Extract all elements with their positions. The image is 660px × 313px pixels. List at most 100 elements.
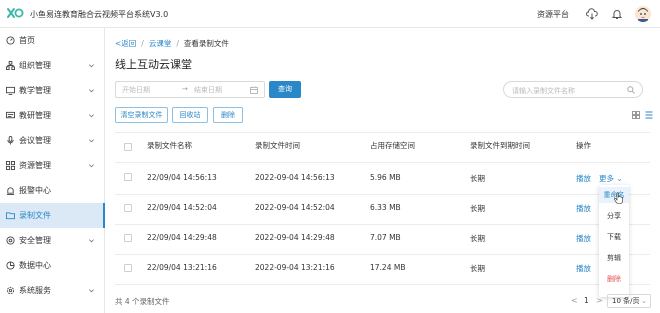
page-size-value: 10 条/页 [612,297,640,305]
column-header-size: 占用存储空间 [370,141,415,150]
recording-size: 6.33 MB [370,203,401,212]
avatar[interactable] [635,6,651,22]
delete-button[interactable]: 删除 [213,107,243,123]
sidebar-item-meeting[interactable]: 会议管理 [0,128,105,153]
prev-page-button[interactable]: < [571,296,578,305]
start-date-input[interactable]: 开始日期 [122,85,150,95]
menu-item-share[interactable]: 分享 [599,208,629,224]
search-placeholder: 请输入录制文件名称 [512,87,575,95]
recording-expiry: 长期 [470,234,485,243]
play-link[interactable]: 播放 [576,233,591,244]
sidebar-item-resources[interactable]: 资源管理 [0,153,105,178]
play-link[interactable]: 播放 [576,263,591,274]
recording-expiry: 长期 [470,174,485,183]
recording-size: 17.24 MB [370,263,406,272]
recording-size: 7.07 MB [370,233,401,242]
sidebar-item-research[interactable]: 教研管理 [0,103,105,128]
recording-name: 22/09/04 14:29:48 [147,233,217,242]
chevron-down-icon [89,289,94,293]
row-divider [115,194,650,195]
play-link[interactable]: 播放 [576,173,591,184]
app-title: 小鱼易连教育融合云视频平台系统V3.0 [30,10,169,19]
hand-cursor-icon [614,192,623,204]
gear-icon [6,286,15,295]
sidebar-item-label: 教研管理 [19,111,51,120]
recording-time: 2022-09-04 13:21:16 [255,263,335,272]
teaching-icon [6,86,15,95]
breadcrumb-cloud-class[interactable]: 云课堂 [149,38,172,49]
resource-platform-link[interactable]: 资源平台 [537,9,569,20]
clear-recordings-button[interactable]: 清空录制文件 [115,107,168,123]
research-icon [6,111,15,119]
chevron-down-icon [89,89,94,93]
recording-name: 22/09/04 14:52:04 [147,203,217,212]
list-view-icon[interactable] [645,111,653,119]
main-content: <返回 / 云课堂 / 查看录制文件 线上互动云课堂 开始日期 → 结束日期 查… [105,28,660,313]
recycle-bin-button[interactable]: 回收站 [172,107,208,123]
breadcrumb: <返回 / 云课堂 / 查看录制文件 [115,38,229,49]
more-dropdown[interactable]: 更多 ⌄ [599,173,623,184]
sidebar: 首页 组织管理 教学管理 教研管理 会议管理 资源管理 报警中心 录制文件 安全… [0,28,105,313]
date-range-picker[interactable]: 开始日期 → 结束日期 [115,81,265,98]
current-page[interactable]: 1 [584,296,589,305]
page-size-select[interactable]: 10 条/页 ⌄ [607,294,651,308]
shield-icon [6,236,15,245]
breadcrumb-current: 查看录制文件 [183,39,229,48]
row-divider [115,284,650,285]
row-checkbox[interactable] [124,234,132,242]
recording-name: 22/09/04 13:21:16 [147,263,217,272]
breadcrumb-separator: / [176,39,179,48]
sidebar-item-label: 组织管理 [19,61,51,70]
select-all-checkbox[interactable] [124,143,132,151]
sidebar-item-security[interactable]: 安全管理 [0,228,105,253]
sidebar-item-teaching[interactable]: 教学管理 [0,78,105,103]
sidebar-item-system[interactable]: 系统服务 [0,278,105,303]
grid-view-icon[interactable] [632,111,640,119]
alarm-icon [6,187,15,195]
play-link[interactable]: 播放 [576,203,591,214]
breadcrumb-separator: / [141,39,144,48]
sidebar-item-label: 系统服务 [19,286,51,295]
column-header-name: 录制文件名称 [147,141,192,150]
sidebar-item-recordings[interactable]: 录制文件 [0,203,105,228]
menu-item-download[interactable]: 下载 [599,229,629,245]
chevron-down-icon [89,164,94,168]
mic-icon [7,136,14,145]
recording-name: 22/09/04 14:56:13 [147,173,217,182]
recording-time: 2022-09-04 14:56:13 [255,173,335,182]
table-header-border [115,162,650,163]
chevron-down-icon [89,114,94,118]
sidebar-item-label: 会议管理 [19,136,51,145]
sidebar-item-label: 录制文件 [19,211,51,220]
recording-time: 2022-09-04 14:52:04 [255,203,335,212]
sidebar-item-org[interactable]: 组织管理 [0,53,105,78]
chevron-down-icon [89,139,94,143]
recording-size: 5.96 MB [370,173,401,182]
search-input[interactable]: 请输入录制文件名称 [503,81,643,98]
back-link[interactable]: <返回 [115,38,136,49]
sidebar-item-label: 安全管理 [19,236,51,245]
row-divider [115,254,650,255]
logo-icon [7,8,24,18]
search-icon[interactable] [627,86,635,94]
row-checkbox[interactable] [124,204,132,212]
page-title: 线上互动云课堂 [115,58,192,71]
row-checkbox[interactable] [124,264,132,272]
table-top-border [115,132,650,133]
bell-icon[interactable] [611,8,623,20]
row-checkbox[interactable] [124,173,132,181]
total-count: 共 4 个录制文件 [115,297,170,306]
sidebar-item-alarm[interactable]: 报警中心 [0,178,105,203]
chevron-down-icon: ⌄ [641,297,647,305]
recording-time: 2022-09-04 14:29:48 [255,233,335,242]
org-icon [6,61,15,70]
sidebar-item-home[interactable]: 首页 [0,28,105,53]
sidebar-item-label: 首页 [19,36,35,45]
menu-item-edit[interactable]: 剪辑 [599,250,629,266]
sidebar-item-data[interactable]: 数据中心 [0,253,105,278]
next-page-button[interactable]: > [596,296,603,305]
query-button[interactable]: 查询 [269,81,301,98]
menu-item-delete[interactable]: 删除 [599,271,629,287]
cloud-download-icon[interactable] [586,8,598,20]
end-date-input[interactable]: 结束日期 [194,85,222,95]
